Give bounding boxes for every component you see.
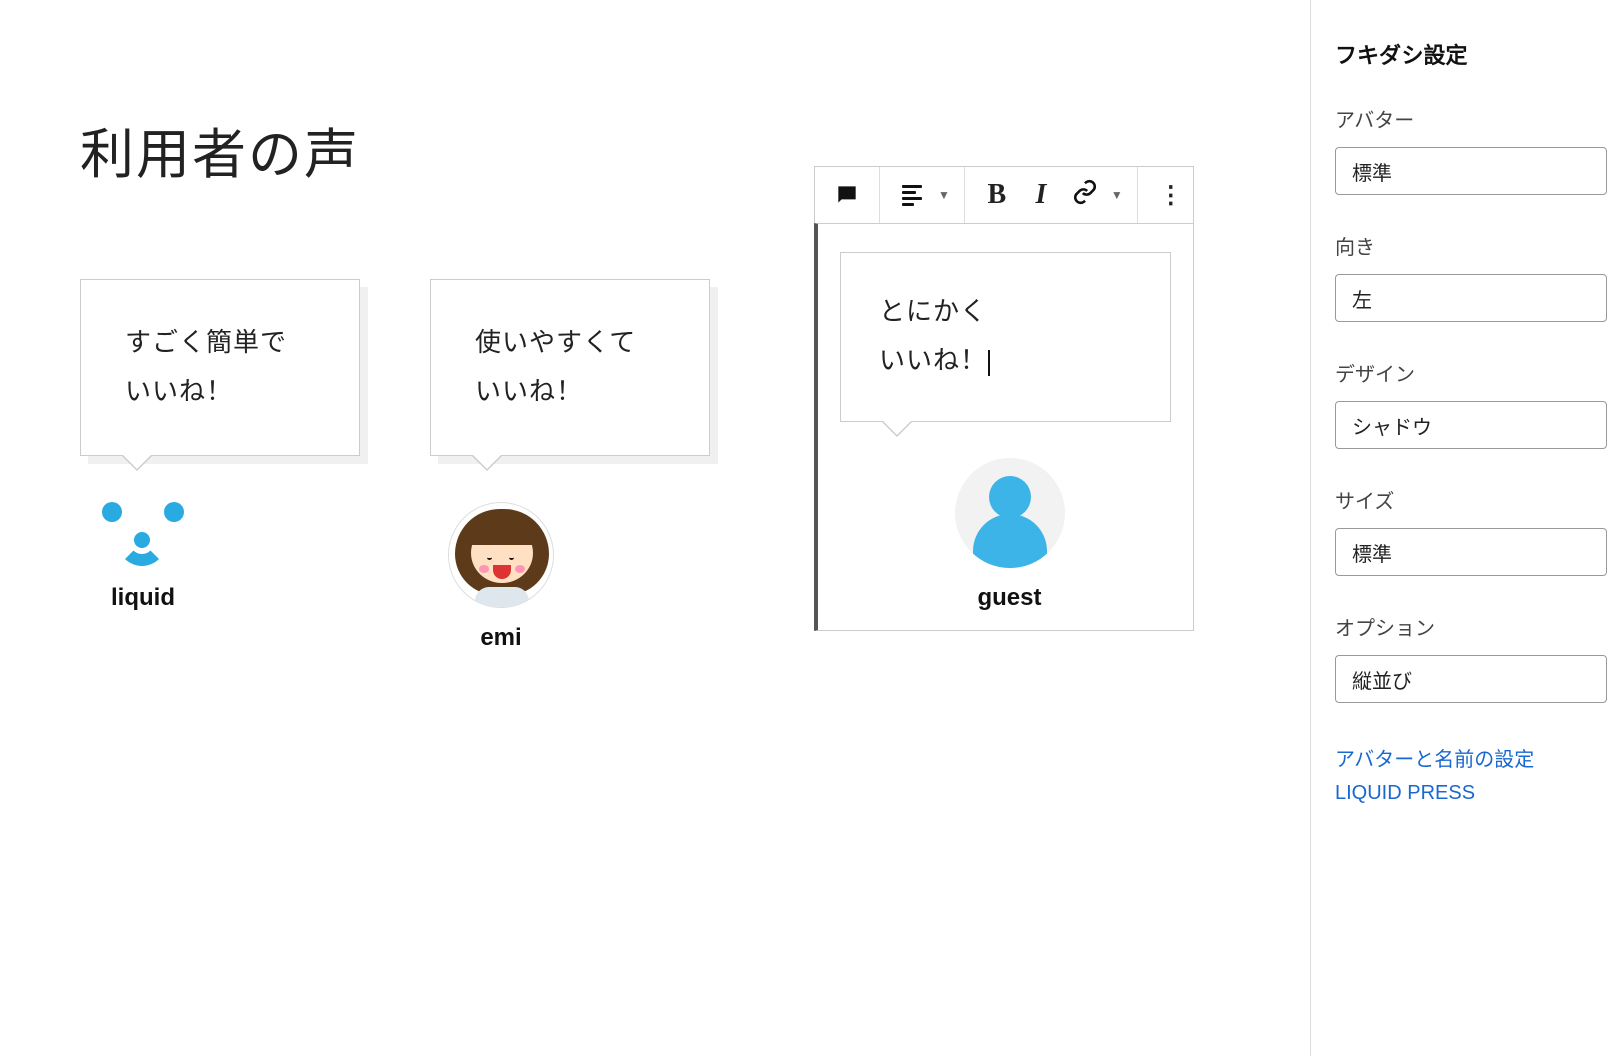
field-label: サイズ [1335, 485, 1610, 514]
text-caret [988, 350, 990, 376]
chevron-down-icon[interactable]: ▼ [1107, 188, 1127, 202]
direction-select[interactable]: 左 [1335, 274, 1607, 322]
panel-title: フキダシ設定 [1311, 26, 1610, 98]
avatar-name: liquid [111, 584, 175, 612]
avatar-emi-icon [448, 502, 554, 608]
avatar-settings-link[interactable]: アバターと名前の設定 [1335, 743, 1586, 772]
avatar-select[interactable]: 標準 [1335, 147, 1607, 195]
field-option: オプション 縦並び [1311, 606, 1610, 733]
field-size: サイズ 標準 [1311, 479, 1610, 606]
avatar-name: guest [977, 584, 1041, 612]
speech-bubble: 使いやすくて いいね！ [430, 279, 710, 456]
bold-button[interactable]: B [975, 167, 1019, 223]
speech-line: とにかく [879, 287, 1132, 336]
align-button[interactable] [890, 167, 934, 223]
speech-line: いいね！ [125, 367, 315, 416]
speech-line: すごく簡単で [125, 318, 315, 367]
speech-block-emi[interactable]: 使いやすくて いいね！ emi [430, 279, 710, 652]
link-button[interactable] [1063, 167, 1107, 223]
italic-button[interactable]: I [1019, 167, 1063, 223]
settings-sidebar: フキダシ設定 アバター 標準 向き 左 デザイン シャドウ サイズ 標準 オプシ… [1310, 0, 1610, 1056]
option-select[interactable]: 縦並び [1335, 655, 1607, 703]
speech-line: 使いやすくて [475, 318, 665, 367]
field-direction: 向き 左 [1311, 225, 1610, 352]
avatar-name: emi [480, 624, 521, 652]
chevron-down-icon[interactable]: ▼ [934, 188, 954, 202]
field-label: アバター [1335, 104, 1610, 133]
block-type-icon[interactable] [825, 167, 869, 223]
avatar-guest-icon [955, 458, 1065, 568]
speech-bubble-editable[interactable]: とにかく いいね！ [840, 252, 1171, 422]
avatar-liquid-icon [98, 502, 188, 568]
link-icon [1072, 179, 1098, 212]
field-label: デザイン [1335, 358, 1610, 387]
align-left-icon [902, 182, 922, 209]
speech-bubble: すごく簡単で いいね！ [80, 279, 360, 456]
field-label: オプション [1335, 612, 1610, 641]
speech-block-liquid[interactable]: すごく簡単で いいね！ liquid [80, 279, 360, 652]
liquid-press-link[interactable]: LIQUID PRESS [1335, 782, 1586, 805]
speech-line: いいね！ [475, 367, 665, 416]
more-options-button[interactable]: ⋮ [1148, 167, 1192, 223]
speech-block-selected[interactable]: ▼ B I ▼ ⋮ とにかく いいね！ guest [814, 166, 1194, 631]
field-design: デザイン シャドウ [1311, 352, 1610, 479]
speech-line: いいね！ [879, 336, 1132, 385]
field-label: 向き [1335, 231, 1610, 260]
field-avatar: アバター 標準 [1311, 98, 1610, 225]
design-select[interactable]: シャドウ [1335, 401, 1607, 449]
size-select[interactable]: 標準 [1335, 528, 1607, 576]
block-toolbar: ▼ B I ▼ ⋮ [814, 166, 1194, 224]
